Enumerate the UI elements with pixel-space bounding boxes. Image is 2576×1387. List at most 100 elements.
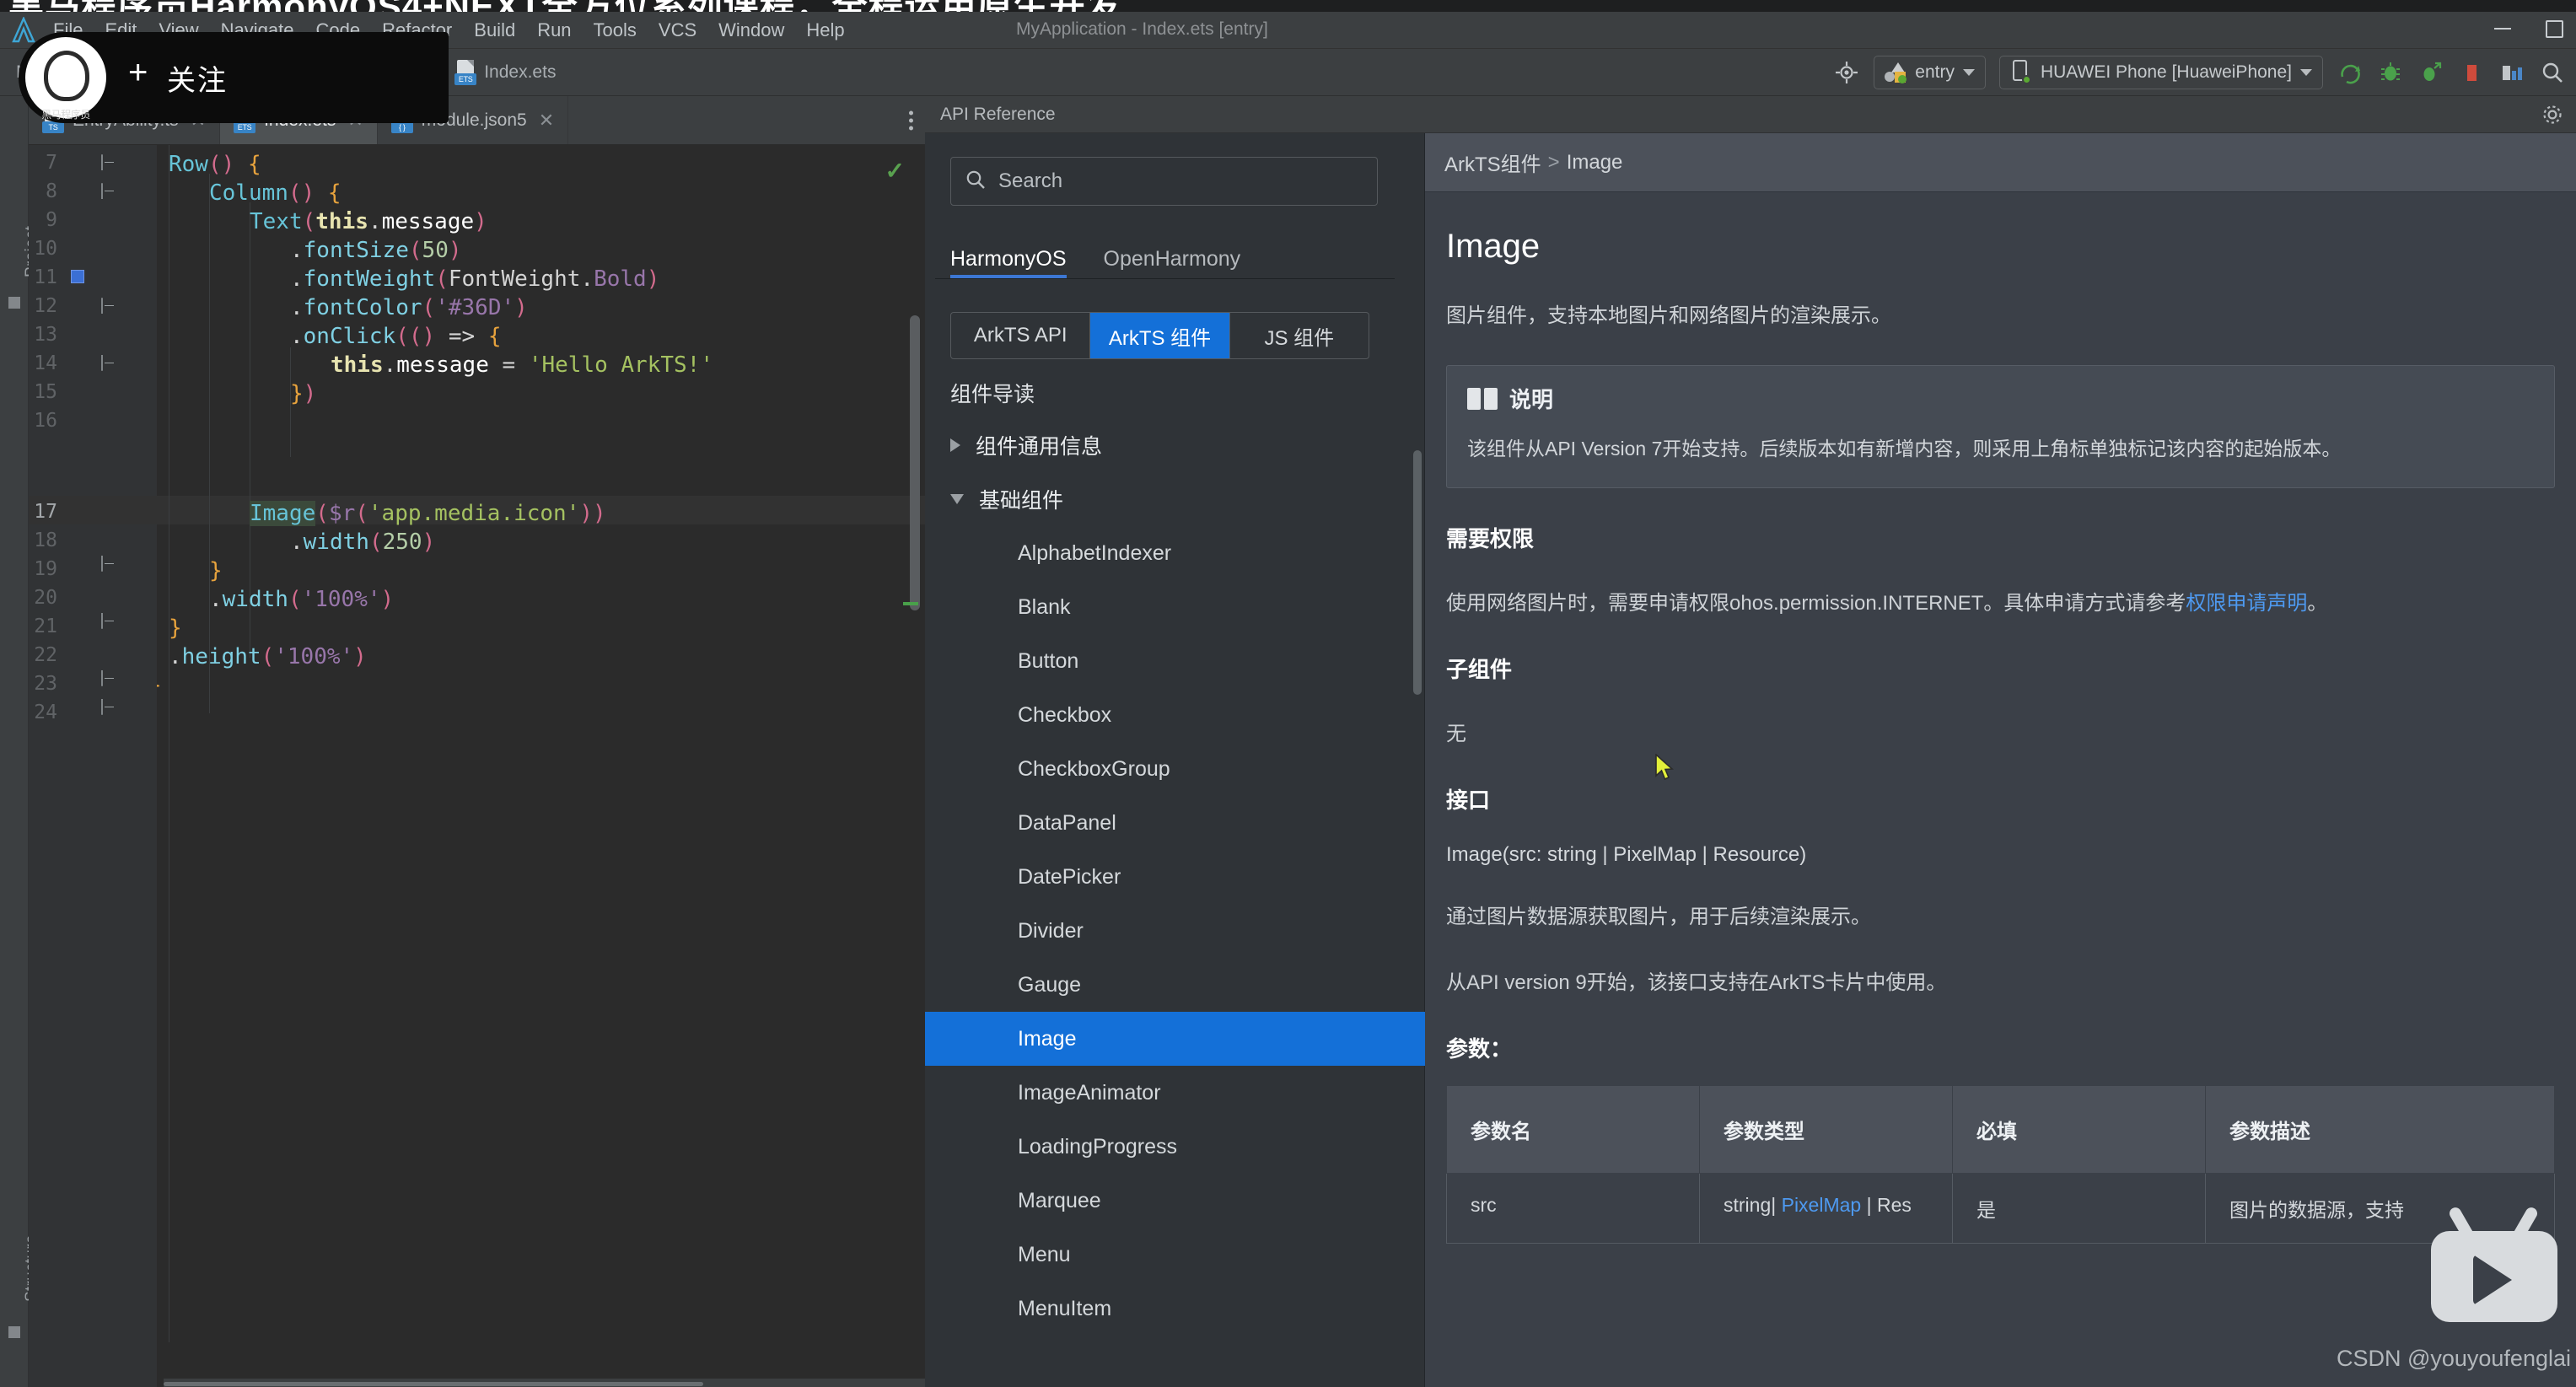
run-icon[interactable] [2337, 59, 2364, 86]
editor-scrollbar[interactable] [910, 315, 920, 610]
plus-icon: + [128, 54, 148, 91]
doc-breadcrumb-leaf: Image [1566, 150, 1623, 174]
code-fold-toggle[interactable] [101, 355, 120, 374]
tab-harmonyos[interactable]: HarmonyOS [950, 247, 1067, 278]
tree-item-datapanel[interactable]: DataPanel [925, 796, 1425, 850]
tree-item-alphabetindexer[interactable]: AlphabetIndexer [925, 526, 1425, 580]
params-table: 参数名 参数类型 必填 参数描述 src string| PixelMap | … [1446, 1084, 2555, 1244]
type-plain-b: | Res [1861, 1193, 1912, 1216]
doc-note-heading: 说明 [1509, 387, 1554, 412]
button-arkts-api[interactable]: ArkTS API [951, 313, 1091, 358]
sidebar-scrollbar[interactable] [1413, 450, 1422, 695]
button-arkts-components[interactable]: ArkTS 组件 [1090, 313, 1230, 358]
search-input[interactable]: Search [950, 157, 1378, 206]
api-reference-header: API Reference [925, 96, 2576, 133]
search-everywhere-icon[interactable] [2539, 59, 2566, 86]
doc-permission-link[interactable]: 权限申请声明 [2186, 592, 2307, 615]
code-line-19: } [209, 558, 223, 583]
tree-item-gauge[interactable]: Gauge [925, 958, 1425, 1012]
tree-item-blank[interactable]: Blank [925, 580, 1425, 634]
target-icon[interactable] [1833, 59, 1860, 86]
code-fold-toggle[interactable] [101, 699, 120, 718]
doc-breadcrumb-root[interactable]: ArkTS组件 [1444, 148, 1541, 177]
doc-breadcrumb-separator: > [1547, 150, 1560, 174]
window-controls [2492, 17, 2564, 39]
profile-icon[interactable] [2417, 59, 2444, 86]
code-fold-toggle[interactable] [101, 613, 120, 632]
tree-item-marquee[interactable]: Marquee [925, 1174, 1425, 1228]
line-number: 7 [46, 152, 57, 174]
code-line-18: .width(250) [290, 530, 436, 555]
device-manager-icon[interactable] [2498, 59, 2525, 86]
tree-group-label: 基础组件 [979, 489, 1064, 513]
code-line-14: this.message = 'Hello ArkTS!' [331, 352, 713, 378]
menu-vcs[interactable]: VCS [648, 16, 707, 45]
component-tree: 组件通用信息 基础组件 AlphabetIndexer Blank Button… [925, 418, 1425, 1387]
tree-item-divider[interactable]: Divider [925, 904, 1425, 958]
tree-item-checkboxgroup[interactable]: CheckboxGroup [925, 742, 1425, 796]
menu-build[interactable]: Build [463, 16, 526, 45]
code-fold-toggle[interactable] [101, 154, 120, 174]
editor-gutter[interactable]: 7 8 9 10 11 12 13 14 15 16 17 18 19 20 2… [29, 145, 157, 1387]
chevron-down-icon [1962, 68, 1975, 76]
no-problems-icon[interactable]: ✓ [885, 157, 905, 185]
chevron-down-icon [950, 494, 964, 504]
type-plain-a: string| [1724, 1193, 1782, 1216]
tree-item-menu[interactable]: Menu [925, 1228, 1425, 1282]
tree-item-image[interactable]: Image [925, 1012, 1425, 1066]
close-icon[interactable]: ✕ [539, 110, 554, 132]
window-title: MyApplication - Index.ets [entry] [1016, 19, 1268, 39]
stop-icon[interactable] [2458, 59, 2485, 86]
ets-file-icon: ETS [454, 59, 477, 85]
minimize-icon[interactable] [2492, 17, 2514, 39]
gear-icon[interactable] [2541, 103, 2564, 126]
menu-run[interactable]: Run [526, 16, 582, 45]
code-fold-toggle[interactable] [101, 556, 120, 575]
tab-openharmony[interactable]: OpenHarmony [1104, 247, 1241, 278]
more-options-icon[interactable] [909, 110, 913, 130]
follow-overlay[interactable]: 黑马程序员 + 关注 [19, 32, 449, 123]
code-fold-toggle[interactable] [101, 298, 120, 317]
line-number-current: 17 [34, 501, 57, 523]
run-configuration-label: entry [1915, 62, 1955, 82]
code-line-17: Image($r('app.media.icon')) [250, 501, 606, 526]
breadcrumb-file[interactable]: ETS Index.ets [452, 59, 558, 85]
line-number: 16 [34, 410, 57, 432]
tree-item-imageanimator[interactable]: ImageAnimator [925, 1066, 1425, 1120]
menu-help[interactable]: Help [795, 16, 855, 45]
line-number: 12 [34, 295, 57, 317]
code-fold-toggle[interactable] [101, 670, 120, 690]
line-number: 21 [34, 616, 57, 637]
run-configuration-selector[interactable]: entry [1874, 55, 1986, 89]
doc-note-body: 该组件从API Version 7开始支持。后续版本如有新增内容，则采用上角标单… [1467, 438, 2342, 460]
component-guide-label[interactable]: 组件导读 [950, 378, 1035, 408]
line-number: 11 [34, 266, 57, 288]
debug-icon[interactable] [2377, 59, 2404, 86]
tree-group-basic-components[interactable]: 基础组件 [925, 472, 1425, 526]
tree-item-loadingprogress[interactable]: LoadingProgress [925, 1120, 1425, 1174]
code-line-9: Text(this.message) [250, 209, 487, 234]
gutter-color-marker[interactable] [71, 270, 84, 283]
tree-item-datepicker[interactable]: DatePicker [925, 850, 1425, 904]
tree-group-common-info[interactable]: 组件通用信息 [925, 418, 1425, 472]
code-fold-toggle[interactable] [101, 183, 120, 202]
divider [935, 278, 1395, 279]
editor-horizontal-scrollbar[interactable] [164, 1379, 925, 1387]
code-line-10: .fontSize(50) [290, 238, 462, 263]
tree-item-menuitem[interactable]: MenuItem [925, 1282, 1425, 1336]
device-selector[interactable]: HUAWEI Phone [HuaweiPhone] [1998, 55, 2323, 89]
bilibili-tv-icon [2409, 1205, 2576, 1341]
button-js-components[interactable]: JS 组件 [1230, 313, 1369, 358]
watermark-text: CSDN @youyoufenglai [2336, 1346, 2571, 1371]
restore-icon[interactable] [2542, 17, 2564, 39]
tree-item-checkbox[interactable]: Checkbox [925, 688, 1425, 742]
menu-tools[interactable]: Tools [583, 16, 648, 45]
menu-window[interactable]: Window [707, 16, 795, 45]
column-header-type: 参数类型 [1699, 1084, 1953, 1174]
line-number: 9 [46, 209, 57, 231]
code-content[interactable]: Row() { Column() { Text(this.message) .f… [157, 145, 925, 1387]
tree-item-button[interactable]: Button [925, 634, 1425, 688]
type-link-pixelmap[interactable]: PixelMap [1782, 1194, 1862, 1216]
breadcrumb-file-label: Index.ets [484, 62, 557, 82]
structure-toolwindow-indicator [8, 1326, 20, 1338]
